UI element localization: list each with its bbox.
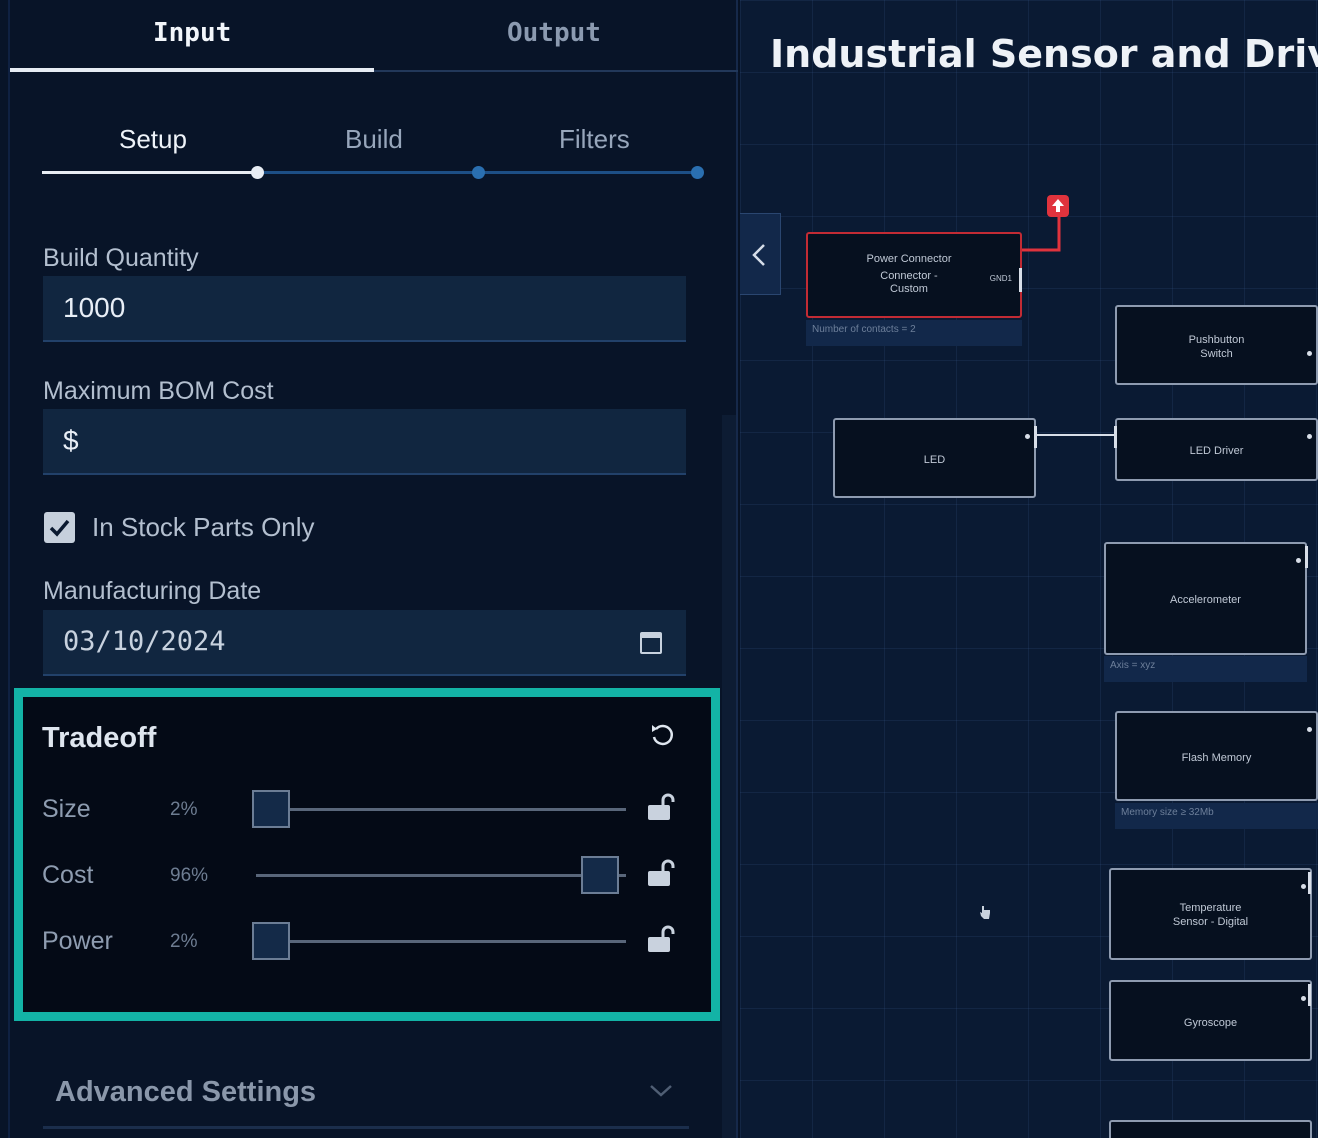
node-flash-memory[interactable]: Flash Memory	[1115, 711, 1318, 801]
unlock-icon[interactable]	[645, 791, 677, 823]
port-label: GND1	[989, 274, 1012, 283]
node-accelerometer[interactable]: Accelerometer	[1104, 542, 1307, 655]
node-port-bar[interactable]	[1308, 872, 1311, 894]
stepper-dot-setup[interactable]	[251, 166, 264, 179]
in-stock-checkbox[interactable]	[44, 512, 75, 543]
node-port-bar[interactable]	[1034, 426, 1037, 448]
node-label: Pushbutton	[1188, 334, 1245, 346]
slider-label-size: Size	[42, 795, 91, 823]
slider-row-size: Size 2%	[23, 785, 711, 835]
subtab-setup[interactable]: Setup	[119, 124, 187, 155]
slider-track-size[interactable]	[256, 808, 626, 811]
reset-icon[interactable]	[649, 722, 675, 748]
node-gyroscope[interactable]: Gyroscope	[1109, 980, 1312, 1061]
node-label: Temperature	[1179, 902, 1242, 914]
scrollbar[interactable]	[722, 415, 736, 1138]
node-port[interactable]	[1307, 351, 1312, 356]
node-label: Switch	[1200, 348, 1233, 360]
in-stock-label: In Stock Parts Only	[92, 512, 315, 542]
subtab-filters[interactable]: Filters	[559, 124, 630, 155]
slider-handle-size[interactable]	[252, 790, 290, 828]
schematic-canvas[interactable]: Industrial Sensor and Driver Power Conne…	[740, 0, 1318, 1138]
unlock-icon[interactable]	[645, 923, 677, 955]
node-label: LED	[923, 454, 946, 466]
manufacturing-date-value: 03/10/2024	[63, 626, 226, 657]
build-quantity-input[interactable]: 1000	[43, 276, 686, 342]
stepper-progress	[42, 171, 258, 174]
main-tabs: Input Output	[10, 0, 738, 72]
max-bom-cost-label: Maximum BOM Cost	[43, 377, 274, 405]
stepper-dot-build[interactable]	[472, 166, 485, 179]
node-port-bar[interactable]	[1305, 546, 1308, 568]
slider-row-cost: Cost 96%	[23, 851, 711, 901]
chevron-down-icon[interactable]	[648, 1082, 674, 1100]
slider-label-cost: Cost	[42, 861, 94, 889]
node-port[interactable]	[1025, 434, 1030, 439]
stepper-dot-filters[interactable]	[691, 166, 704, 179]
hand-cursor-icon	[980, 906, 990, 919]
advanced-settings-divider	[43, 1126, 689, 1129]
arrow-up-icon	[1052, 199, 1064, 212]
node-port-bar[interactable]	[1308, 984, 1311, 1006]
tab-output[interactable]: Output	[507, 18, 601, 48]
slider-row-power: Power 2%	[23, 917, 711, 967]
tab-input[interactable]: Input	[153, 18, 231, 48]
node-port[interactable]	[1296, 558, 1301, 563]
node-partial[interactable]	[1109, 1120, 1312, 1138]
node-note: Memory size ≥ 32Mb	[1115, 803, 1318, 829]
node-label: Flash Memory	[1181, 752, 1252, 764]
alert-icon[interactable]	[1047, 195, 1069, 217]
tradeoff-title: Tradeoff	[42, 722, 157, 754]
node-label: LED Driver	[1189, 445, 1244, 457]
panel-edge	[8, 0, 10, 1138]
calendar-icon[interactable]	[640, 632, 662, 654]
node-label: Connector -	[880, 270, 938, 282]
node-port[interactable]	[1307, 727, 1312, 732]
slider-handle-cost[interactable]	[581, 856, 619, 894]
node-port[interactable]	[1307, 434, 1312, 439]
node-label: Power Connector	[866, 253, 952, 265]
node-note: Number of contacts = 2	[806, 320, 1022, 346]
slider-handle-power[interactable]	[252, 922, 290, 960]
node-power-connector[interactable]: Power Connector Connector - Custom GND1	[806, 232, 1022, 318]
checkmark-icon	[49, 519, 70, 537]
node-pushbutton-switch[interactable]: Pushbutton Switch	[1115, 305, 1318, 385]
node-label: Custom	[890, 283, 928, 295]
subtab-build[interactable]: Build	[345, 124, 403, 155]
manufacturing-date-input[interactable]: 03/10/2024	[43, 610, 686, 676]
node-label: Sensor - Digital	[1172, 916, 1249, 928]
max-bom-cost-input[interactable]: $	[43, 409, 686, 475]
node-port-bar[interactable]	[1114, 426, 1117, 448]
node-port[interactable]	[1301, 996, 1306, 1001]
slider-value-size: 2%	[170, 799, 198, 820]
tradeoff-section: Tradeoff Size 2% Cost 96% Power 2%	[14, 688, 720, 1021]
node-label: Gyroscope	[1183, 1017, 1238, 1029]
node-port[interactable]	[1301, 884, 1306, 889]
slider-track-power[interactable]	[256, 940, 626, 943]
slider-label-power: Power	[42, 927, 113, 955]
node-led[interactable]: LED	[833, 418, 1037, 498]
slider-track-cost[interactable]	[256, 874, 626, 877]
left-panel: Input Output Setup Build Filters Build Q…	[0, 0, 738, 1138]
node-note: Axis = xyz	[1104, 656, 1307, 682]
active-tab-indicator	[10, 68, 374, 72]
manufacturing-date-label: Manufacturing Date	[43, 577, 262, 605]
slider-value-power: 2%	[170, 931, 198, 952]
node-label: Accelerometer	[1170, 594, 1241, 606]
node-led-driver[interactable]: LED Driver	[1114, 418, 1318, 481]
node-temperature-sensor[interactable]: Temperature Sensor - Digital	[1109, 868, 1312, 960]
build-quantity-label: Build Quantity	[43, 244, 199, 272]
advanced-settings-title[interactable]: Advanced Settings	[55, 1076, 316, 1109]
node-port[interactable]	[1019, 268, 1022, 292]
slider-value-cost: 96%	[170, 865, 209, 886]
unlock-icon[interactable]	[645, 857, 677, 889]
